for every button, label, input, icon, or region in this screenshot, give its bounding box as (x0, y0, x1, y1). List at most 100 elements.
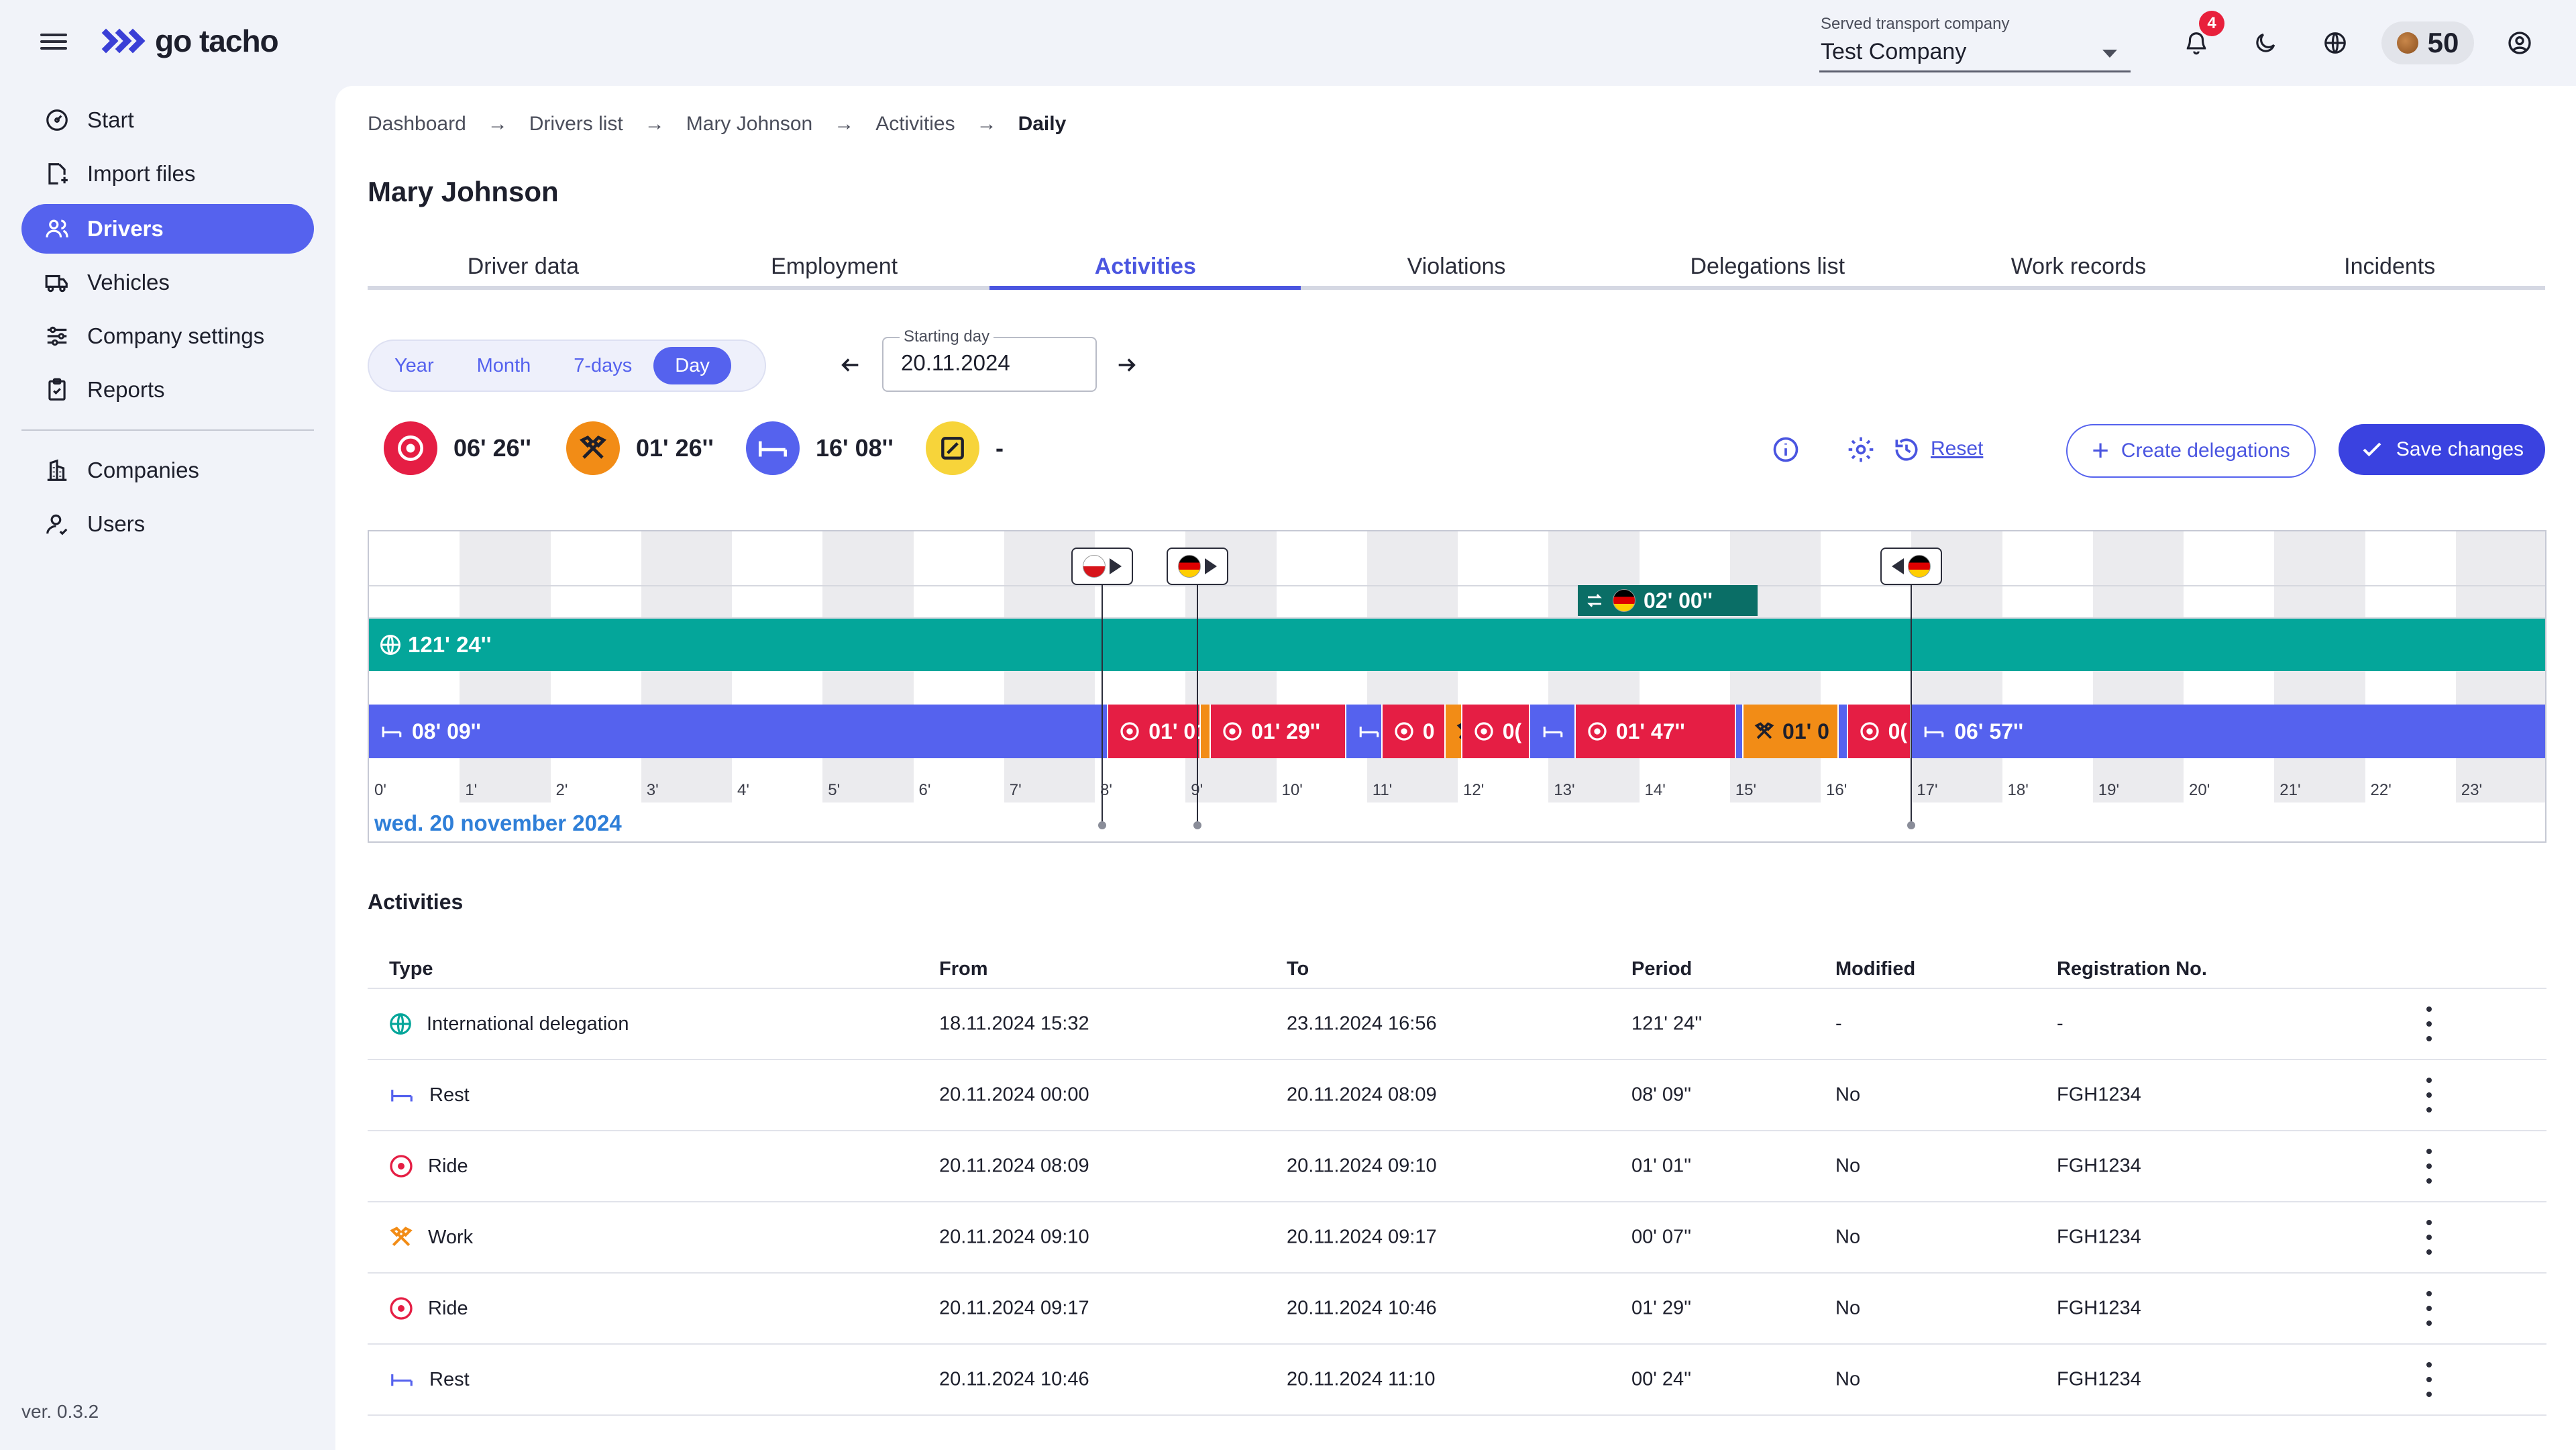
column-header-to[interactable]: To (1287, 958, 1309, 980)
bed-icon (746, 421, 800, 475)
company-select[interactable]: Served transport company Test Company (1819, 12, 2131, 72)
reg-cell: - (2057, 1013, 2063, 1035)
notifications-badge: 4 (2199, 11, 2224, 36)
timeline-segment-ride[interactable]: 01' 47'' (1575, 705, 1737, 758)
tab-driver-data[interactable]: Driver data (368, 247, 679, 286)
marker-handle[interactable] (1193, 821, 1201, 829)
timeline-segment-ride[interactable]: 0( (1462, 705, 1531, 758)
hour-label: 5' (828, 781, 841, 799)
more-vertical-icon[interactable] (2419, 1149, 2439, 1184)
timeline-segment-rest[interactable] (1346, 705, 1383, 758)
tab-incidents[interactable]: Incidents (2234, 247, 2545, 286)
tab-work-records[interactable]: Work records (1923, 247, 2235, 286)
column-header-from[interactable]: From (939, 958, 988, 980)
country-marker-de[interactable] (1166, 548, 1228, 585)
more-vertical-icon[interactable] (2419, 1291, 2439, 1326)
country-marker-de[interactable] (1880, 548, 1943, 585)
reset-link[interactable]: Reset (1931, 437, 1983, 460)
table-row[interactable]: Work 20.11.2024 09:10 20.11.2024 09:17 00' … (368, 1202, 2546, 1274)
hammers-icon (1753, 720, 1776, 743)
timeline-segment-work[interactable] (1201, 705, 1212, 758)
timeline-segment-rest[interactable]: 08' 09'' (369, 705, 1109, 758)
reset-icon[interactable] (1889, 432, 1924, 467)
more-vertical-icon[interactable] (2419, 1078, 2439, 1112)
create-delegations-button[interactable]: + Create delegations (2066, 424, 2316, 478)
more-vertical-icon[interactable] (2419, 1220, 2439, 1255)
timeline-segment-work[interactable]: 01' 0 (1743, 705, 1839, 758)
period-month-button[interactable]: Month (455, 347, 553, 384)
tab-employment[interactable]: Employment (679, 247, 990, 286)
period-year-button[interactable]: Year (373, 347, 455, 384)
more-vertical-icon[interactable] (2419, 1006, 2439, 1041)
hour-label: 22' (2370, 781, 2392, 799)
previous-day-arrow-icon[interactable] (835, 349, 867, 381)
period-day-button[interactable]: Day (653, 347, 731, 384)
marker-handle[interactable] (1097, 821, 1106, 829)
sidebar-item-start[interactable]: Start (21, 95, 314, 145)
column-header-type[interactable]: Type (389, 958, 433, 980)
timeline-segment-rest[interactable]: 06' 57'' (1911, 705, 2545, 758)
hour-label: 11' (1372, 781, 1393, 799)
table-row[interactable]: International delegation 18.11.2024 15:32… (368, 989, 2546, 1060)
table-row[interactable]: Ride 20.11.2024 09:17 20.11.2024 10:46 01' … (368, 1274, 2546, 1345)
table-row[interactable]: Rest 20.11.2024 00:00 20.11.2024 08:09 08' … (368, 1060, 2546, 1131)
timeline-segment-rest[interactable] (1839, 705, 1848, 758)
moon-icon[interactable] (2249, 27, 2282, 59)
period-7days-button[interactable]: 7-days (552, 347, 653, 384)
table-row[interactable]: Rest 20.11.2024 10:46 20.11.2024 11:10 00' … (368, 1345, 2546, 1416)
tab-delegations-list[interactable]: Delegations list (1612, 247, 1923, 286)
timeline-segment-ride[interactable]: 01' 01'' (1108, 705, 1201, 758)
timeline-segment-rest[interactable] (1736, 705, 1744, 758)
from-cell: 20.11.2024 08:09 (939, 1155, 1089, 1177)
sidebar-item-drivers[interactable]: Drivers (21, 204, 314, 254)
hammers-icon (566, 421, 620, 475)
tab-violations[interactable]: Violations (1301, 247, 1612, 286)
timeline-segment-ride[interactable]: 0 (1382, 705, 1446, 758)
border-crossing-badge[interactable]: 02' 00'' (1578, 585, 1758, 616)
table-body: International delegation 18.11.2024 15:32… (368, 989, 2546, 1416)
breadcrumb-item-dashboard[interactable]: Dashboard (368, 113, 466, 136)
credits-pill[interactable]: 50 (2381, 21, 2474, 64)
sidebar-item-companies[interactable]: Companies (21, 446, 314, 495)
sidebar-item-import-files[interactable]: Import files (21, 149, 314, 199)
type-label: Work (428, 1226, 474, 1248)
logo[interactable]: go tacho (93, 23, 279, 59)
info-icon[interactable] (1768, 432, 1803, 467)
timeline-segment-ride[interactable]: 01' 29'' (1211, 705, 1346, 758)
country-marker-cz[interactable] (1071, 548, 1133, 585)
breadcrumb-item-drivers-list[interactable]: Drivers list (529, 113, 623, 136)
save-changes-button[interactable]: Save changes (2339, 424, 2545, 475)
hour-label: 8' (1100, 781, 1112, 799)
sidebar-item-users[interactable]: Users (21, 499, 314, 549)
breadcrumb-item-driver[interactable]: Mary Johnson (686, 113, 812, 136)
czech-flag-icon (1082, 555, 1106, 578)
timeline-segment-rest[interactable] (1530, 705, 1576, 758)
type-cell: Rest (388, 1367, 470, 1392)
timeline-segment-work[interactable] (1446, 705, 1462, 758)
next-day-arrow-icon[interactable] (1110, 349, 1142, 381)
sidebar-item-label: Users (87, 511, 146, 536)
starting-day-label: Starting day (900, 327, 994, 346)
breadcrumb-item-activities[interactable]: Activities (875, 113, 955, 136)
globe-icon[interactable] (2319, 27, 2351, 59)
more-vertical-icon[interactable] (2419, 1362, 2439, 1397)
timeline-segment-ride[interactable]: 0( (1847, 705, 1912, 758)
starting-day-field[interactable]: Starting day (882, 327, 1097, 392)
gear-icon[interactable] (1843, 432, 1878, 467)
menu-icon[interactable] (40, 30, 67, 56)
to-cell: 20.11.2024 09:17 (1287, 1226, 1437, 1248)
starting-day-input[interactable] (901, 350, 1075, 376)
column-header-modified[interactable]: Modified (1835, 958, 1915, 980)
delegation-bar[interactable]: 121' 24'' (369, 619, 2545, 671)
activity-timeline: 121' 24'' 02' 00'' 08' 09''01' 01''01' 2… (368, 530, 2546, 843)
marker-handle[interactable] (1907, 821, 1916, 829)
column-header-registration[interactable]: Registration No. (2057, 958, 2207, 980)
sidebar-item-company-settings[interactable]: Company settings (21, 311, 314, 361)
tab-activities[interactable]: Activities (989, 247, 1301, 290)
column-header-period[interactable]: Period (1631, 958, 1692, 980)
sidebar-item-vehicles[interactable]: Vehicles (21, 258, 314, 307)
table-row[interactable]: Ride 20.11.2024 08:09 20.11.2024 09:10 01' … (368, 1131, 2546, 1202)
hour-label: 13' (1554, 781, 1575, 799)
account-icon[interactable] (2504, 27, 2536, 59)
sidebar-item-reports[interactable]: Reports (21, 365, 314, 415)
